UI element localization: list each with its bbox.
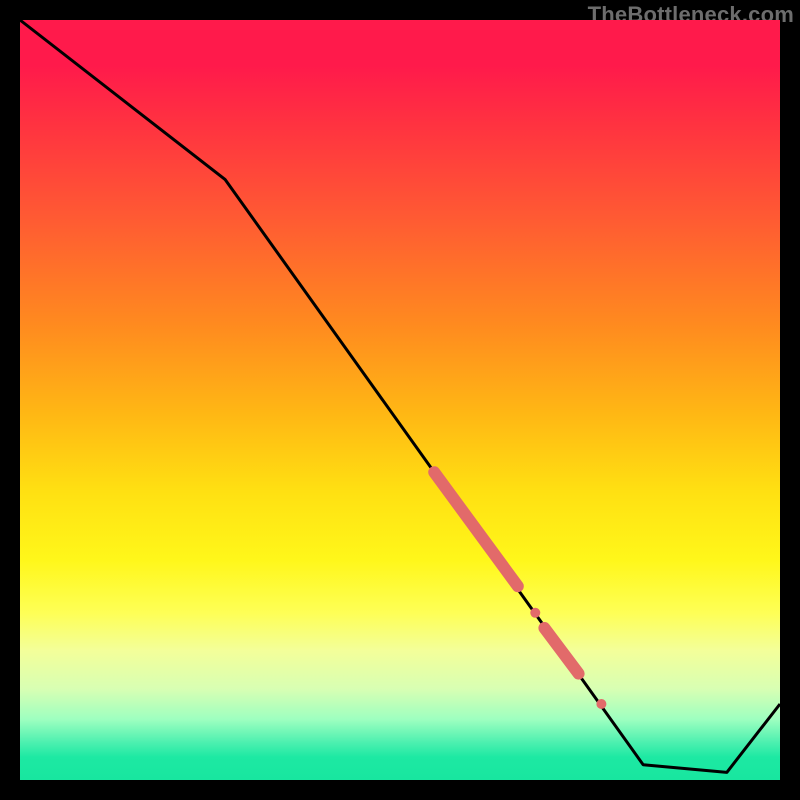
line-group bbox=[20, 20, 780, 772]
marker-dot-2 bbox=[596, 699, 606, 709]
marker-dot-1 bbox=[530, 608, 540, 618]
plot-area bbox=[20, 20, 780, 780]
marker-thick-segment-1 bbox=[434, 472, 518, 586]
chart-svg bbox=[20, 20, 780, 780]
chart-frame: TheBottleneck.com bbox=[0, 0, 800, 800]
marker-thick-segment-2 bbox=[544, 628, 578, 674]
series-bottleneck-curve bbox=[20, 20, 780, 772]
markers-group bbox=[434, 472, 606, 709]
